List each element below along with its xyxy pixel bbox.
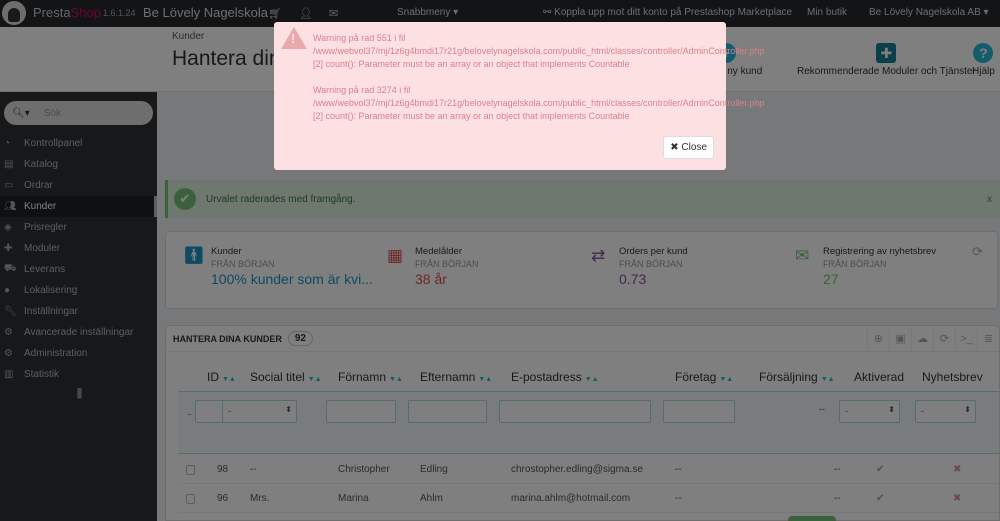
close-button[interactable]: ✖ Close xyxy=(663,136,714,159)
error-modal: Warning på rad 551 i fil/www/webvol37/mj… xyxy=(274,22,764,170)
warning-line: /www/webvol37/mj/1z6g4bmdi17r21g/belovel… xyxy=(313,98,765,108)
warning-messages: Warning på rad 551 i fil/www/webvol37/mj… xyxy=(313,32,764,136)
warning-line: [2] count(): Parameter must be an array … xyxy=(313,111,630,121)
warning-1: Warning på rad 551 i fil/www/webvol37/mj… xyxy=(313,32,764,71)
warning-line: [2] count(): Parameter must be an array … xyxy=(313,59,630,69)
warning-line: Warning på rad 3274 i fil xyxy=(313,85,411,95)
warning-icon xyxy=(281,27,307,49)
close-label: Close xyxy=(681,142,707,153)
warning-line: /www/webvol37/mj/1z6g4bmdi17r21g/belovel… xyxy=(313,46,765,56)
close-icon: ✖ xyxy=(670,142,682,153)
warning-2: Warning på rad 3274 i fil/www/webvol37/m… xyxy=(313,84,764,123)
warning-line: Warning på rad 551 i fil xyxy=(313,33,406,43)
